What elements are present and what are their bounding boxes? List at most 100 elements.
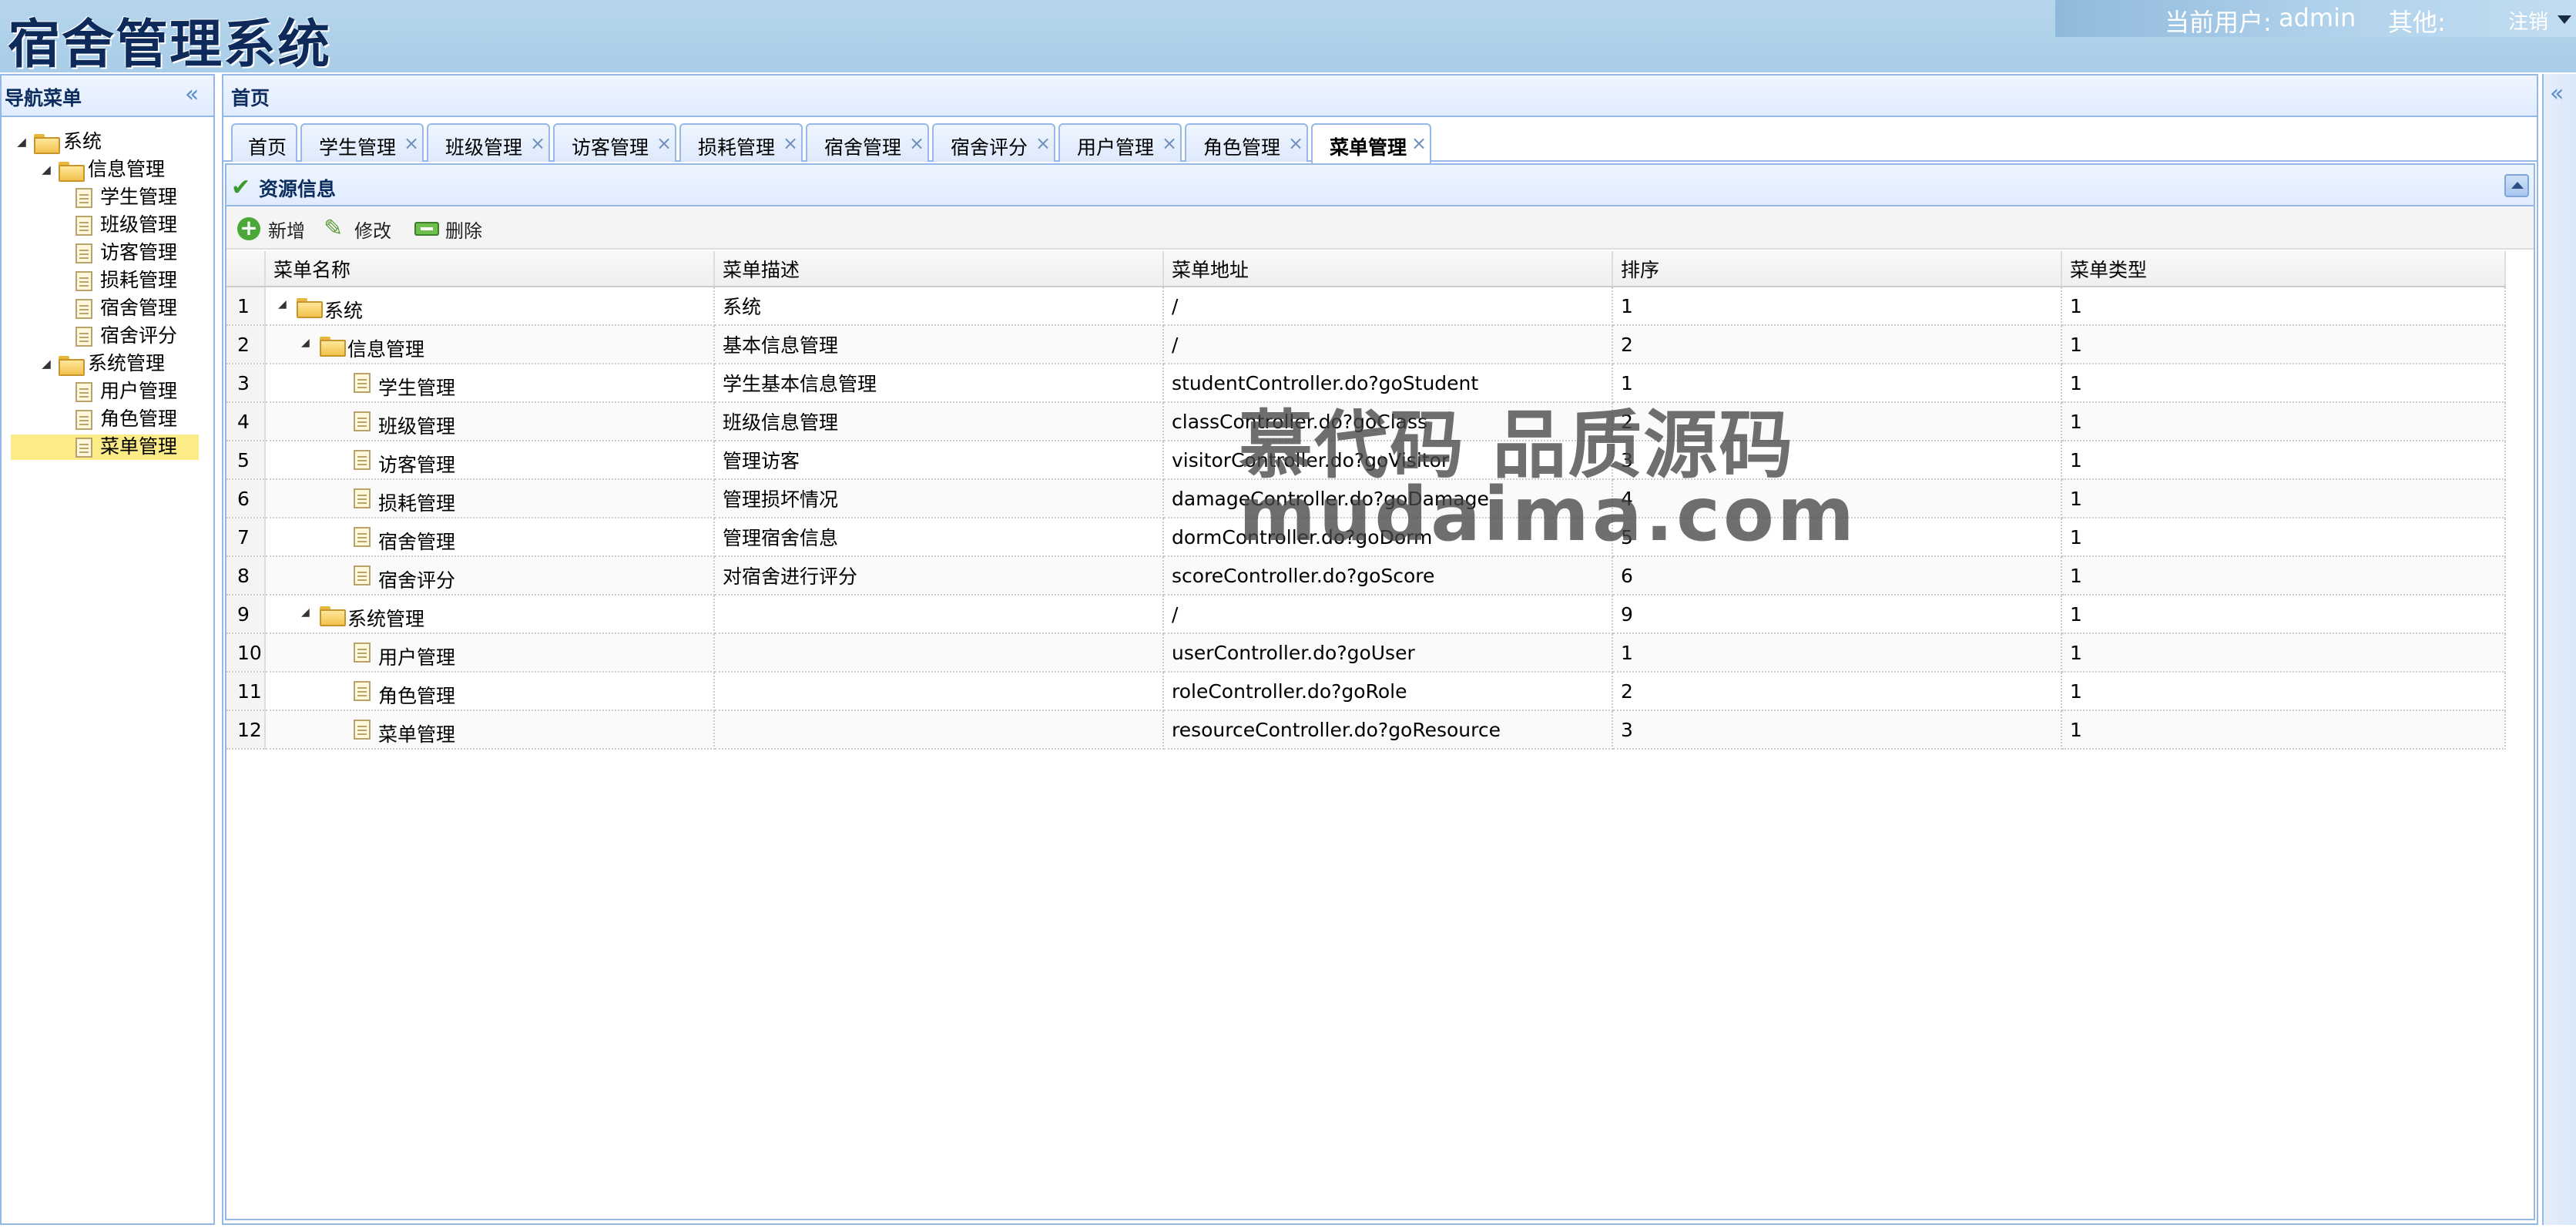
tab-home[interactable]: 首页 (231, 123, 297, 162)
tree-node-label: 损耗管理 (100, 269, 178, 291)
menu-name-cell: 宿舍管理 (265, 518, 715, 557)
close-icon[interactable]: × (656, 133, 672, 154)
table-row[interactable]: 5 访客管理 管理访客 visitorController.do?goVisitor 3… (226, 441, 2506, 480)
menu-desc-cell (714, 710, 1164, 750)
tree-expand-toggle-icon[interactable]: ◢ (301, 337, 310, 349)
menu-desc-cell: 班级信息管理 (714, 402, 1164, 441)
menu-type-cell: 1 (2061, 672, 2506, 711)
table-row[interactable]: 1 ◢ 系统 系统/1 1 (226, 287, 2506, 326)
close-icon[interactable]: × (404, 133, 419, 154)
tab-label: 菜单管理 (1330, 136, 1407, 159)
file-icon (354, 488, 371, 508)
column-header[interactable]: 菜单名称 (265, 251, 715, 287)
close-icon[interactable]: × (1288, 133, 1303, 154)
row-number: 2 (226, 325, 266, 364)
column-header[interactable]: 菜单描述 (714, 251, 1164, 287)
column-header[interactable]: 菜单地址 (1163, 251, 1613, 287)
expand-right-icon[interactable]: « (2550, 80, 2564, 107)
tree-expand-toggle-icon[interactable]: ◢ (14, 128, 29, 156)
menu-name: 损耗管理 (378, 492, 456, 515)
tree-node-label: 信息管理 (88, 158, 166, 180)
tree-node[interactable]: 班级管理 (2, 211, 213, 239)
menu-name: 角色管理 (378, 685, 456, 707)
tree-node[interactable]: 访客管理 (2, 239, 213, 267)
tab-item[interactable]: 访客管理 × (553, 123, 676, 162)
column-header[interactable]: 排序 (1612, 251, 2062, 287)
tab-item[interactable]: 用户管理 × (1058, 123, 1182, 162)
tree-node[interactable]: ◢ 系统 (2, 128, 213, 156)
tree-node[interactable]: 菜单管理 (2, 433, 213, 461)
tree-node[interactable]: 用户管理 (2, 377, 213, 405)
tree-expand-toggle-icon[interactable]: ◢ (39, 350, 54, 377)
tree-expand-toggle-icon[interactable]: ◢ (278, 298, 287, 310)
close-icon[interactable]: × (530, 133, 545, 154)
tree-node[interactable]: 角色管理 (2, 405, 213, 433)
row-number: 4 (226, 402, 266, 441)
table-row[interactable]: 2 ◢ 信息管理 基本信息管理/2 1 (226, 325, 2506, 364)
menu-order-cell: 4 (1612, 479, 2062, 518)
menu-name: 宿舍评分 (378, 569, 456, 592)
close-icon[interactable]: × (783, 133, 798, 154)
menu-order-cell: 3 (1612, 710, 2062, 750)
table-row[interactable]: 3 学生管理 学生基本信息管理 studentController.do?goStud… (226, 364, 2506, 403)
menu-desc-cell (714, 633, 1164, 673)
tree-node[interactable]: 宿舍管理 (2, 294, 213, 322)
file-icon (354, 411, 371, 431)
tree-node[interactable]: ◢ 信息管理 (2, 156, 213, 183)
tab-item[interactable]: 损耗管理 × (679, 123, 803, 162)
logout-menu-button[interactable]: 注销 (2508, 6, 2548, 35)
tab-label: 访客管理 (572, 136, 649, 159)
close-icon[interactable]: × (1162, 133, 1177, 154)
menu-url-cell: dormController.do?goDorm (1163, 518, 1613, 557)
menu-type-cell: 1 (2061, 595, 2506, 634)
tab-item[interactable]: 宿舍管理 × (806, 123, 929, 162)
collapse-left-icon[interactable]: « (185, 83, 199, 106)
tree-expand-toggle-icon[interactable]: ◢ (301, 606, 310, 619)
tree-node-label: 宿舍评分 (100, 324, 178, 347)
tab-label: 角色管理 (1203, 136, 1281, 159)
collapse-panel-button[interactable] (2504, 174, 2529, 197)
tree-node[interactable]: 宿舍评分 (2, 322, 213, 350)
menu-name: 学生管理 (378, 377, 456, 399)
resource-panel-header: ✔ 资源信息 (226, 165, 2534, 206)
menu-url-cell: damageController.do?goDamage (1163, 479, 1613, 518)
tree-node[interactable]: 损耗管理 (2, 267, 213, 294)
tree-expand-toggle-icon[interactable]: ◢ (39, 156, 54, 183)
chevron-down-icon[interactable] (2558, 15, 2571, 24)
tree-node[interactable]: ◢ 系统管理 (2, 350, 213, 377)
menu-order-cell: 3 (1612, 441, 2062, 480)
tab-item[interactable]: 宿舍评分 × (932, 123, 1055, 162)
column-header[interactable]: 菜单类型 (2061, 251, 2506, 287)
close-icon[interactable]: × (909, 133, 924, 154)
tab-item[interactable]: 班级管理 × (427, 123, 550, 162)
menu-url-cell: classController.do?goClass (1163, 402, 1613, 441)
table-row[interactable]: 10 用户管理 userController.do?goUser 1 1 (226, 633, 2506, 673)
menu-desc-cell: 管理损坏情况 (714, 479, 1164, 518)
tab-item[interactable]: 角色管理 × (1185, 123, 1308, 162)
table-row[interactable]: 11 角色管理 roleController.do?goRole 2 1 (226, 672, 2506, 711)
close-icon[interactable]: × (1035, 133, 1051, 154)
table-row[interactable]: 12 菜单管理 resourceController.do?goResource 3 1 (226, 710, 2506, 750)
table-row[interactable]: 7 宿舍管理 管理宿舍信息 dormController.do?goDorm 5 1 (226, 518, 2506, 557)
folder-icon (320, 337, 346, 357)
app-title: 宿舍管理系统 (8, 15, 332, 75)
resource-table: 菜单名称 菜单描述 菜单地址 排序 菜单类型 1 ◢ 系统 系统/1 1 2 ◢ 信息管理 基本… (226, 251, 2506, 750)
tree-node[interactable]: 学生管理 (2, 183, 213, 211)
table-row[interactable]: 6 损耗管理 管理损坏情况 damageController.do?goDamage 4… (226, 479, 2506, 518)
menu-type-cell: 1 (2061, 479, 2506, 518)
tree-node-label: 角色管理 (100, 408, 178, 430)
nav-panel-title: 导航菜单 (5, 87, 82, 109)
menu-url-cell: userController.do?goUser (1163, 633, 1613, 673)
table-row[interactable]: 4 班级管理 班级信息管理 classController.do?goClass 2 1 (226, 402, 2506, 441)
row-number: 1 (226, 287, 266, 326)
file-icon (354, 643, 371, 663)
table-row[interactable]: 8 宿舍评分 对宿舍进行评分 scoreController.do?goScore 6 1 (226, 556, 2506, 596)
close-icon[interactable]: × (1411, 133, 1427, 154)
file-icon (354, 450, 371, 470)
table-row[interactable]: 9 ◢ 系统管理/9 1 (226, 595, 2506, 634)
tab-item[interactable]: 菜单管理 × (1311, 123, 1431, 163)
tab-item[interactable]: 学生管理 × (300, 123, 424, 162)
menu-url-cell: roleController.do?goRole (1163, 672, 1613, 711)
app-header: 宿舍管理系统 当前用户: admin 其他: 注销 (0, 0, 2576, 75)
menu-url-cell: / (1163, 325, 1613, 364)
